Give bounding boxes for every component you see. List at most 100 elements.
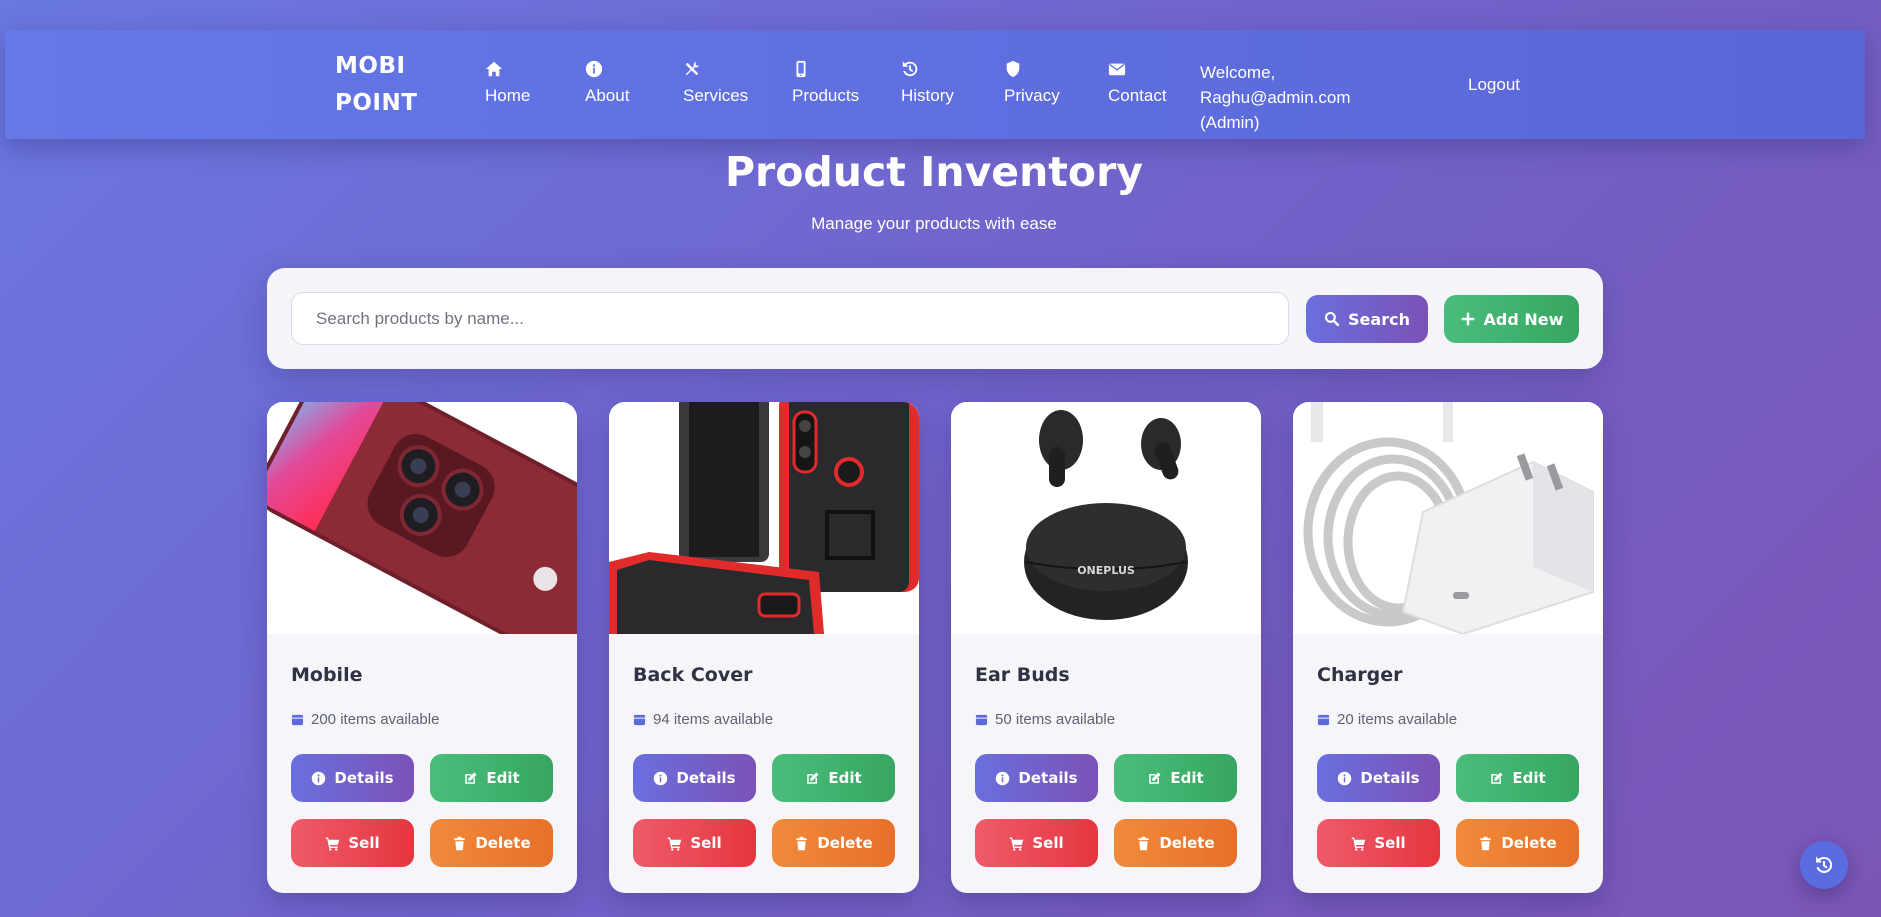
sell-button-label: Sell (690, 834, 722, 852)
delete-button[interactable]: Delete (1456, 819, 1579, 867)
brand-logo[interactable]: MOBI POINT (335, 48, 417, 122)
tools-icon (683, 60, 703, 80)
nav-history[interactable]: History (901, 60, 954, 106)
history-icon (901, 60, 921, 80)
product-name: Back Cover (633, 664, 753, 686)
history-icon (1816, 856, 1833, 873)
nav-label: Home (485, 86, 531, 105)
product-stock: 20 items available (1317, 711, 1457, 728)
delete-button[interactable]: Delete (1114, 819, 1237, 867)
cart-icon (1010, 837, 1024, 851)
details-button-label: Details (1018, 769, 1078, 787)
welcome-text: Welcome, Raghu@admin.com (Admin) (1200, 60, 1430, 135)
details-button-label: Details (676, 769, 736, 787)
box-icon (291, 714, 304, 726)
search-panel: Search Add New (267, 268, 1603, 369)
edit-button[interactable]: Edit (1456, 754, 1579, 802)
product-image-mobile (267, 402, 577, 634)
edit-button-label: Edit (486, 769, 520, 787)
product-stock-text: 94 items available (653, 711, 774, 728)
add-new-button[interactable]: Add New (1444, 295, 1579, 343)
sell-button[interactable]: Sell (291, 819, 414, 867)
product-stock: 94 items available (633, 711, 773, 728)
history-fab-button[interactable] (1800, 841, 1848, 889)
sell-button[interactable]: Sell (1317, 819, 1440, 867)
product-stock-text: 200 items available (311, 711, 440, 728)
edit-icon (465, 772, 477, 784)
cart-icon (1352, 837, 1366, 851)
welcome-line-2: (Admin) (1200, 113, 1260, 132)
delete-button[interactable]: Delete (430, 819, 553, 867)
details-button[interactable]: Details (975, 754, 1098, 802)
nav-privacy[interactable]: Privacy (1004, 60, 1060, 106)
nav-about[interactable]: About (585, 60, 629, 106)
trash-icon (1138, 836, 1150, 850)
plus-icon (1461, 312, 1474, 326)
cart-icon (668, 837, 682, 851)
edit-button[interactable]: Edit (430, 754, 553, 802)
details-button[interactable]: Details (1317, 754, 1440, 802)
nav-label: About (585, 86, 630, 105)
earbuds-case-logo: ONEPLUS (1077, 564, 1135, 577)
nav-services[interactable]: Services (683, 60, 748, 106)
trash-icon (454, 836, 466, 850)
info-icon (312, 771, 326, 785)
brand-line-2: POINT (335, 90, 418, 116)
product-name: Mobile (291, 664, 363, 686)
trash-icon (796, 836, 808, 850)
sell-button-label: Sell (348, 834, 380, 852)
product-stock-text: 50 items available (995, 711, 1116, 728)
shield-icon (1004, 60, 1024, 80)
box-icon (633, 714, 646, 726)
envelope-icon (1108, 60, 1128, 80)
edit-icon (807, 772, 819, 784)
logout-link[interactable]: Logout (1468, 75, 1520, 95)
details-button[interactable]: Details (291, 754, 414, 802)
brand-line-1: MOBI (335, 53, 406, 79)
details-button-label: Details (334, 769, 394, 787)
nav-products[interactable]: Products (792, 60, 859, 106)
product-name: Ear Buds (975, 664, 1070, 686)
product-name: Charger (1317, 664, 1403, 686)
cart-icon (326, 837, 340, 851)
welcome-line-1: Welcome, Raghu@admin.com (1200, 63, 1351, 107)
nav-label: History (901, 86, 954, 105)
search-button[interactable]: Search (1306, 295, 1428, 343)
navbar: MOBI POINT Home About Services Products … (5, 30, 1865, 139)
details-button-label: Details (1360, 769, 1420, 787)
info-icon (996, 771, 1010, 785)
edit-button[interactable]: Edit (1114, 754, 1237, 802)
edit-icon (1149, 772, 1161, 784)
edit-button-label: Edit (828, 769, 862, 787)
nav-label: Products (792, 86, 860, 105)
nav-label: Contact (1108, 86, 1167, 105)
edit-button[interactable]: Edit (772, 754, 895, 802)
delete-button[interactable]: Delete (772, 819, 895, 867)
page-subtitle: Manage your products with ease (811, 214, 1057, 233)
sell-button[interactable]: Sell (975, 819, 1098, 867)
product-card-mobile: Mobile 200 items available Details Edit … (267, 402, 577, 893)
product-image-ear-buds: ONEPLUS (951, 402, 1261, 634)
edit-button-label: Edit (1512, 769, 1546, 787)
nav-label: Privacy (1004, 86, 1060, 105)
phone-icon (792, 60, 812, 80)
delete-button-label: Delete (475, 834, 531, 852)
product-stock: 200 items available (291, 711, 439, 728)
product-image-charger (1293, 402, 1603, 634)
page-title: Product Inventory (724, 148, 1144, 196)
delete-button-label: Delete (1501, 834, 1557, 852)
edit-icon (1491, 772, 1503, 784)
search-input[interactable] (291, 292, 1289, 345)
product-card-back-cover: Back Cover 94 items available Details Ed… (609, 402, 919, 893)
product-stock-text: 20 items available (1337, 711, 1458, 728)
details-button[interactable]: Details (633, 754, 756, 802)
nav-home[interactable]: Home (485, 60, 530, 106)
home-icon (485, 60, 505, 80)
delete-button-label: Delete (1159, 834, 1215, 852)
nav-label: Services (683, 86, 749, 105)
trash-icon (1480, 836, 1492, 850)
sell-button[interactable]: Sell (633, 819, 756, 867)
search-icon (1324, 311, 1340, 327)
nav-contact[interactable]: Contact (1108, 60, 1167, 106)
box-icon (1317, 714, 1330, 726)
